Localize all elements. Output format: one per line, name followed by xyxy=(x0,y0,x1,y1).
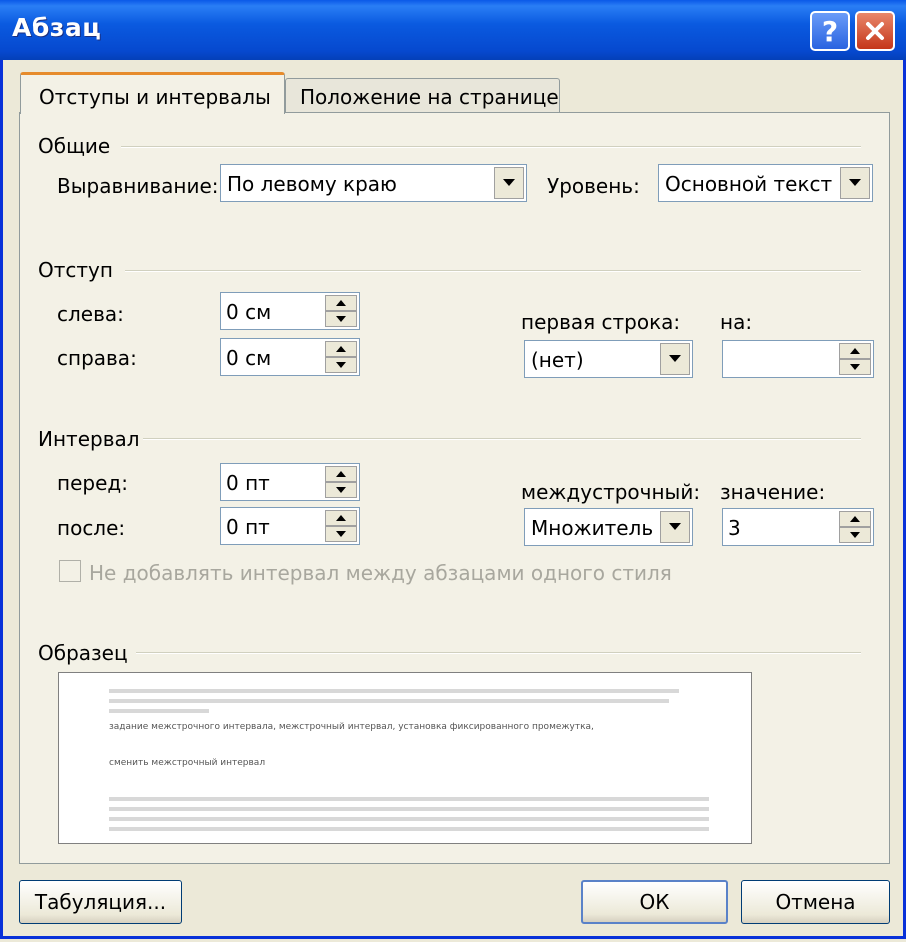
indent-right-value: 0 см xyxy=(226,346,272,370)
help-icon: ? xyxy=(821,14,839,48)
spin-down-button[interactable] xyxy=(839,359,871,375)
spacing-group-label: Интервал xyxy=(38,427,140,451)
arrow-up-icon xyxy=(850,348,860,354)
preview-sample-text: сменить межстрочный интервал xyxy=(109,758,266,768)
spacing-before-value: 0 пт xyxy=(226,471,270,495)
spacing-before-label: перед: xyxy=(57,471,128,495)
spin-down-button[interactable] xyxy=(325,526,357,542)
preview-sample-text: задание межстрочного интервала, межстроч… xyxy=(109,722,594,732)
first-line-label: первая строка: xyxy=(521,310,681,334)
close-icon xyxy=(866,22,884,40)
first-line-dropdown[interactable]: (нет) xyxy=(524,340,693,378)
level-value: Основной текст xyxy=(665,172,833,196)
arrow-down-icon xyxy=(336,316,346,322)
tab-label: Положение на странице xyxy=(300,85,559,109)
arrow-up-icon xyxy=(336,300,346,306)
first-line-value: (нет) xyxy=(531,348,584,372)
tabs-button[interactable]: Табуляция... xyxy=(19,880,182,924)
alignment-label: Выравнивание: xyxy=(57,174,219,198)
preview-line-placeholder xyxy=(109,807,709,811)
tab-line-and-page-breaks[interactable]: Положение на странице xyxy=(285,78,560,113)
spin-down-button[interactable] xyxy=(325,311,357,327)
spacing-at-label: значение: xyxy=(720,480,826,504)
level-label: Уровень: xyxy=(547,174,640,198)
preview-box: задание межстрочного интервала, межстроч… xyxy=(58,672,752,844)
spin-down-button[interactable] xyxy=(839,527,871,543)
indent-right-spinner[interactable]: 0 см xyxy=(220,338,360,376)
level-dropdown[interactable]: Основной текст xyxy=(658,164,873,202)
arrow-down-icon xyxy=(850,532,860,538)
spacing-at-value: 3 xyxy=(728,516,741,540)
by-label: на: xyxy=(720,310,753,334)
arrow-up-icon xyxy=(336,515,346,521)
title-bar[interactable]: Абзац ? xyxy=(0,0,906,60)
spacing-after-value: 0 пт xyxy=(226,515,270,539)
line-spacing-value: Множитель xyxy=(531,516,654,540)
arrow-down-icon xyxy=(336,362,346,368)
spin-up-button[interactable] xyxy=(839,511,871,527)
ok-button-label: ОК xyxy=(639,890,670,914)
tabs-button-label: Табуляция... xyxy=(34,890,167,914)
indent-left-spinner[interactable]: 0 см xyxy=(220,292,360,330)
preview-line-placeholder xyxy=(109,817,709,821)
indent-left-label: слева: xyxy=(57,302,124,326)
spin-up-button[interactable] xyxy=(325,510,357,526)
dropdown-arrow[interactable] xyxy=(660,511,690,543)
chevron-down-icon xyxy=(669,355,681,362)
no-space-same-style-checkbox[interactable] xyxy=(59,560,81,582)
tab-indents-and-spacing[interactable]: Отступы и интервалы xyxy=(20,72,285,114)
arrow-up-icon xyxy=(336,346,346,352)
spin-down-button[interactable] xyxy=(325,357,357,373)
preview-line-placeholder xyxy=(109,827,709,831)
spin-down-button[interactable] xyxy=(325,482,357,498)
dropdown-arrow[interactable] xyxy=(494,167,524,199)
spin-up-button[interactable] xyxy=(325,295,357,311)
arrow-up-icon xyxy=(336,471,346,477)
spacing-before-spinner[interactable]: 0 пт xyxy=(220,463,360,501)
spacing-after-spinner[interactable]: 0 пт xyxy=(220,507,360,545)
preview-line-placeholder xyxy=(109,709,209,713)
general-group-label: Общие xyxy=(38,134,111,158)
chevron-down-icon xyxy=(669,523,681,530)
ok-button[interactable]: ОК xyxy=(581,880,728,924)
divider xyxy=(125,270,861,272)
indent-left-value: 0 см xyxy=(226,300,272,324)
tab-label: Отступы и интервалы xyxy=(39,85,271,109)
spacing-at-spinner[interactable]: 3 xyxy=(722,508,874,546)
arrow-down-icon xyxy=(850,364,860,370)
chevron-down-icon xyxy=(849,179,861,186)
indent-right-label: справа: xyxy=(57,346,137,370)
arrow-down-icon xyxy=(336,487,346,493)
preview-line-placeholder xyxy=(109,689,679,693)
window-title: Абзац xyxy=(12,13,102,42)
paragraph-dialog: Абзац ? Отступы и интервалы Положение на… xyxy=(0,0,906,939)
preview-group-label: Образец xyxy=(38,641,128,665)
no-space-same-style-label: Не добавлять интервал между абзацами одн… xyxy=(89,561,672,585)
spin-up-button[interactable] xyxy=(325,466,357,482)
divider xyxy=(143,438,861,440)
cancel-button-label: Отмена xyxy=(775,890,856,914)
dropdown-arrow[interactable] xyxy=(840,167,870,199)
divider xyxy=(121,146,861,148)
dropdown-arrow[interactable] xyxy=(660,343,690,375)
help-button[interactable]: ? xyxy=(810,11,850,51)
chevron-down-icon xyxy=(503,179,515,186)
spin-up-button[interactable] xyxy=(325,341,357,357)
arrow-up-icon xyxy=(850,516,860,522)
alignment-dropdown[interactable]: По левому краю xyxy=(220,164,527,202)
spacing-after-label: после: xyxy=(57,516,126,540)
preview-line-placeholder xyxy=(109,797,709,801)
cancel-button[interactable]: Отмена xyxy=(741,880,890,924)
alignment-value: По левому краю xyxy=(227,172,397,196)
arrow-down-icon xyxy=(336,531,346,537)
divider xyxy=(136,652,861,654)
indent-group-label: Отступ xyxy=(38,258,113,282)
line-spacing-label: междустрочный: xyxy=(521,480,701,504)
preview-line-placeholder xyxy=(109,699,669,703)
close-button[interactable] xyxy=(855,11,895,51)
line-spacing-dropdown[interactable]: Множитель xyxy=(524,508,693,546)
by-spinner[interactable] xyxy=(722,340,874,378)
spin-up-button[interactable] xyxy=(839,343,871,359)
